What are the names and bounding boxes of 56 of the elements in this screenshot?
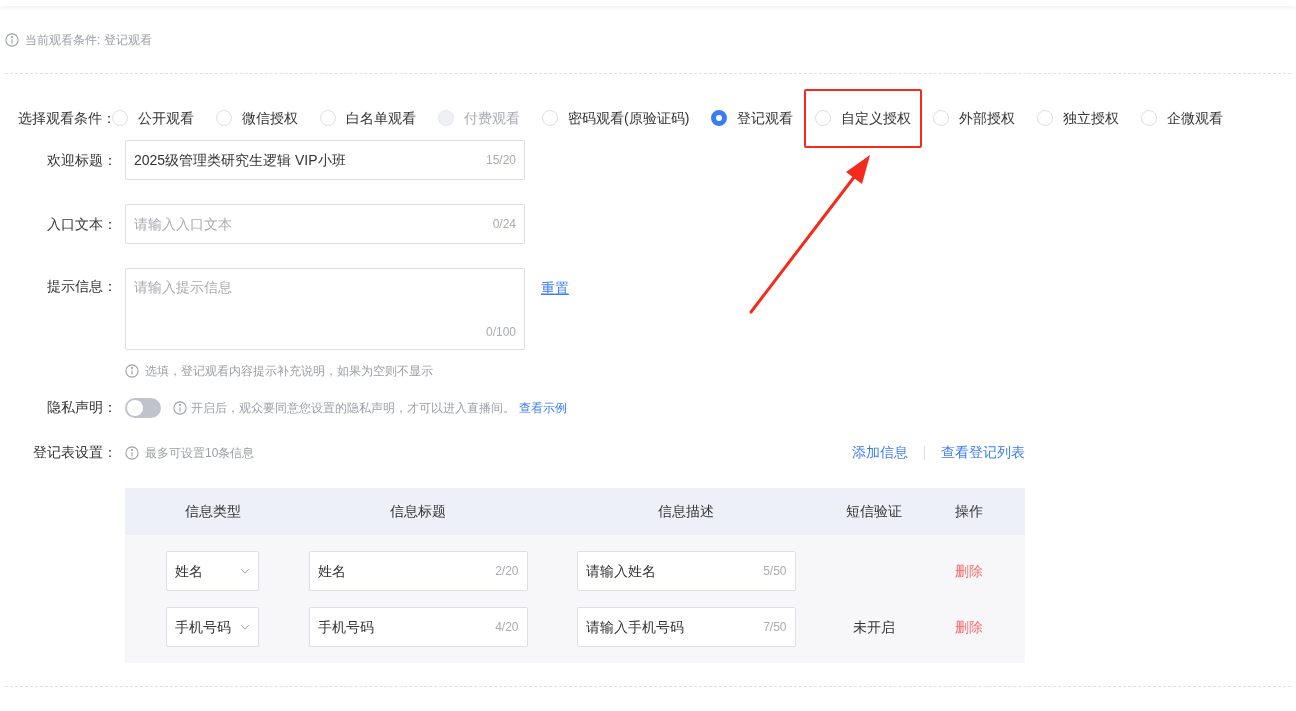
- radio-option[interactable]: 微信授权: [216, 107, 298, 129]
- column-header: 信息描述: [658, 502, 714, 521]
- welcome-title-input[interactable]: 2025级管理类研究生逻辑 VIP小班: [134, 149, 486, 171]
- character-count: 5/50: [763, 563, 787, 580]
- chevron-down-icon: [240, 568, 250, 574]
- registration-note: 最多可设置10条信息: [145, 444, 255, 462]
- info-icon: [5, 33, 19, 47]
- info-icon: [125, 364, 139, 378]
- info-description-input[interactable]: 请输入手机号码: [585, 616, 764, 638]
- hint-note: 选填，登记观看内容提示补充说明，如果为空则不显示: [145, 363, 433, 380]
- radio-option[interactable]: 外部授权: [933, 107, 1016, 129]
- radio-button[interactable]: [711, 110, 728, 126]
- info-description-input[interactable]: 请输入姓名: [585, 560, 764, 582]
- info-description-field[interactable]: 请输入姓名 5/50: [576, 551, 796, 591]
- privacy-note: 开启后，观众要同意您设置的隐私声明，才可以进入直播间。: [191, 399, 515, 417]
- view-registration-list-link[interactable]: 查看登记列表: [941, 442, 1025, 463]
- chevron-down-icon: [240, 624, 250, 630]
- column-header: 信息标题: [390, 502, 446, 521]
- character-count: 15/20: [485, 152, 516, 169]
- info-icon: [173, 400, 187, 415]
- radio-option[interactable]: 独立授权: [1037, 107, 1120, 129]
- field-label: 欢迎标题：: [47, 150, 117, 170]
- info-icon: [125, 445, 139, 460]
- radio-option[interactable]: 登记观看: [711, 107, 794, 129]
- field-label: 提示信息：: [47, 277, 117, 296]
- hint-info-input[interactable]: 请输入提示信息: [134, 277, 516, 323]
- reset-link[interactable]: 重置: [541, 278, 569, 299]
- info-title-input[interactable]: 手机号码: [317, 616, 496, 638]
- type-select[interactable]: 手机号码: [166, 607, 259, 647]
- field-label: 登记表设置：: [33, 443, 117, 462]
- current-condition-text: 当前观看条件: 登记观看: [25, 32, 152, 49]
- info-title-field[interactable]: 姓名 2/20: [308, 551, 528, 591]
- type-select[interactable]: 姓名: [166, 551, 259, 591]
- character-count: 2/20: [495, 563, 519, 580]
- radio-option[interactable]: 自定义授权: [815, 107, 912, 129]
- character-count: 0/100: [485, 324, 516, 341]
- view-example-link[interactable]: 查看示例: [519, 398, 567, 417]
- info-description-field[interactable]: 请输入手机号码 7/50: [576, 607, 796, 647]
- radio-option[interactable]: 密码观看(原验证码): [542, 107, 690, 129]
- info-title-field[interactable]: 手机号码 4/20: [308, 607, 528, 647]
- column-header: 操作: [954, 502, 983, 521]
- character-count: 0/24: [492, 216, 516, 233]
- info-title-input[interactable]: 姓名: [317, 560, 496, 582]
- entry-text-input[interactable]: 请输入入口文本: [134, 213, 493, 235]
- field-label: 入口文本：: [47, 214, 117, 234]
- welcome-title-field[interactable]: 2025级管理类研究生逻辑 VIP小班 15/20: [125, 140, 525, 180]
- radio-option[interactable]: 企微观看: [1141, 107, 1224, 129]
- column-header: 短信验证: [846, 502, 902, 521]
- field-label: 隐私声明：: [47, 398, 117, 417]
- privacy-toggle[interactable]: [125, 397, 161, 418]
- add-info-link[interactable]: 添加信息: [852, 442, 908, 463]
- column-header: 信息类型: [184, 502, 241, 521]
- sms-status: 未开启: [853, 617, 895, 637]
- character-count: 7/50: [763, 619, 787, 636]
- radio-option[interactable]: 白名单观看: [320, 107, 416, 129]
- character-count: 4/20: [495, 619, 519, 636]
